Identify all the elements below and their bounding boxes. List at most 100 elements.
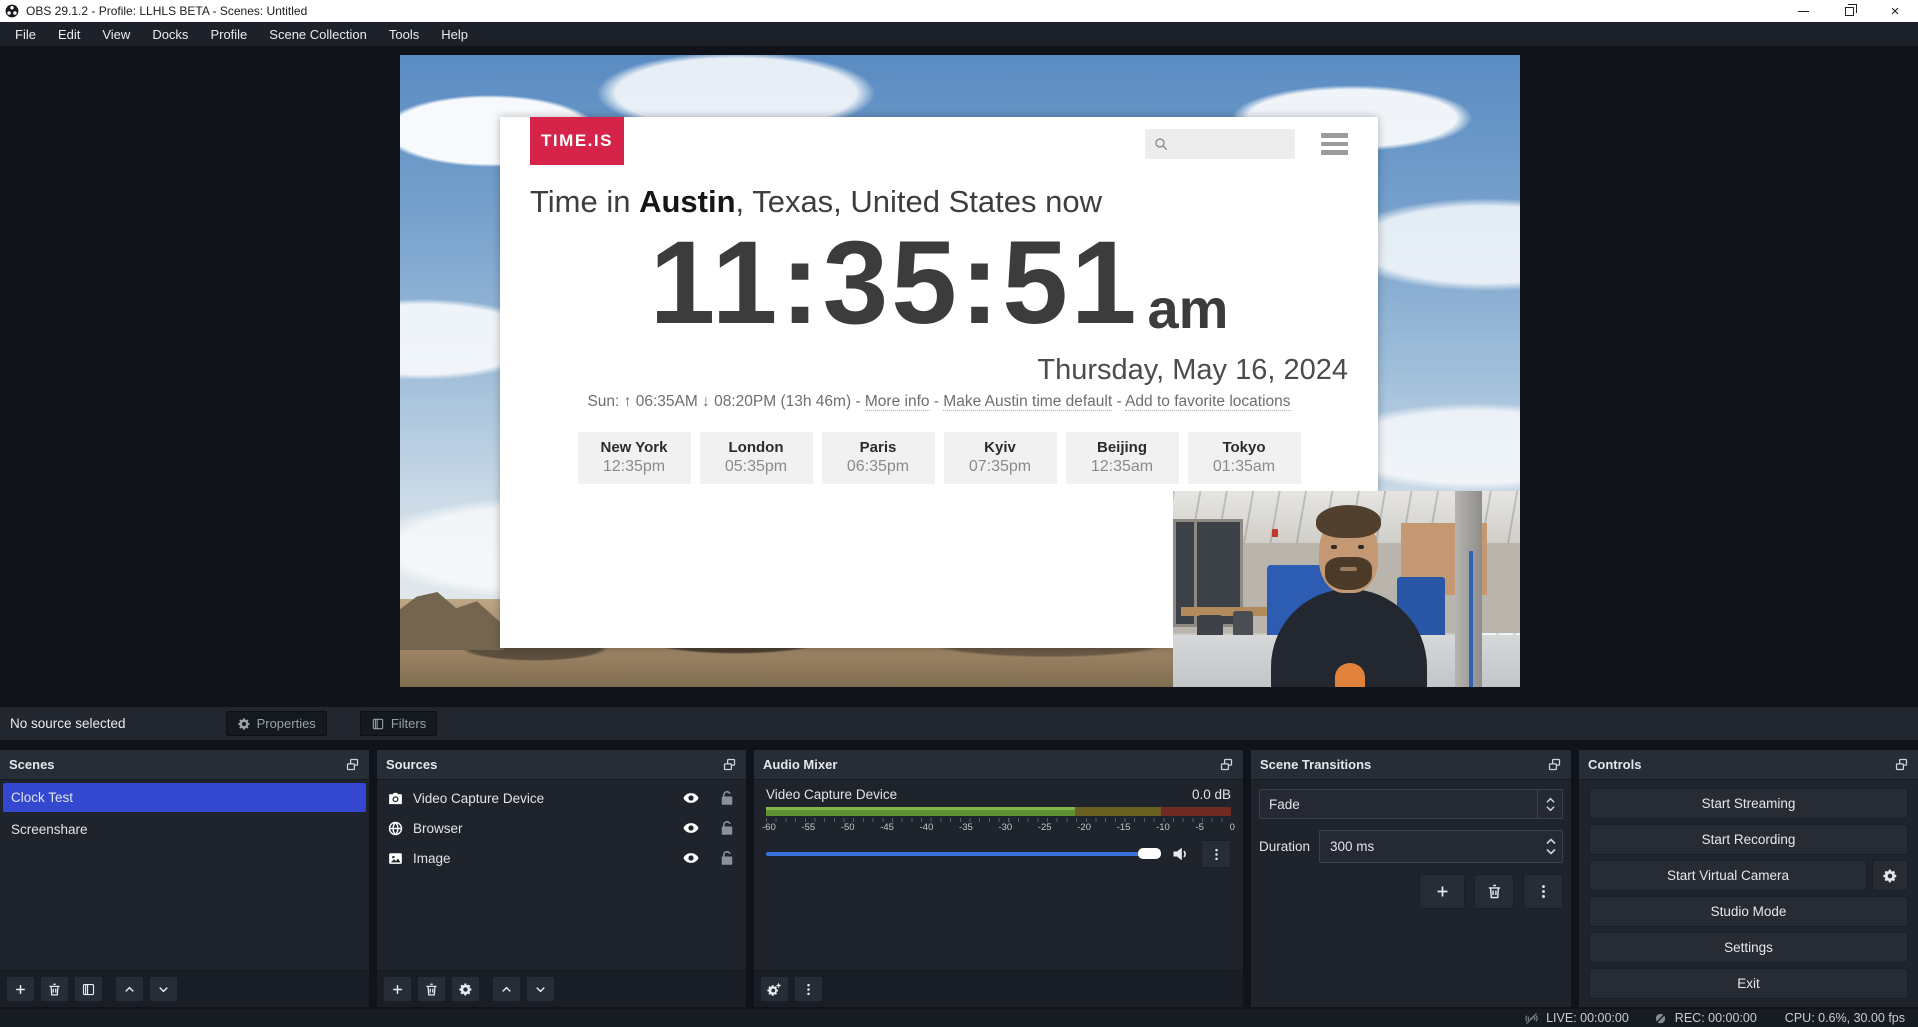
search-box[interactable] <box>1145 129 1295 159</box>
search-input[interactable] <box>1173 137 1283 152</box>
chevron-down-icon <box>533 982 548 997</box>
volume-db-label: 0.0 dB <box>1192 787 1231 802</box>
move-source-up-button[interactable] <box>492 976 521 1002</box>
page-heading: Time in Austin, Texas, United States now <box>530 184 1348 220</box>
eye-icon[interactable] <box>682 789 700 807</box>
volume-slider[interactable] <box>766 852 1161 857</box>
mixer-options-button[interactable] <box>1201 840 1231 868</box>
menu-tools[interactable]: Tools <box>378 22 430 46</box>
start-recording-button[interactable]: Start Recording <box>1589 824 1908 855</box>
add-source-button[interactable] <box>383 976 412 1002</box>
transition-options-button[interactable] <box>1523 874 1563 909</box>
make-default-link[interactable]: Make Austin time default <box>943 393 1112 411</box>
restore-button[interactable] <box>1826 0 1872 22</box>
scene-item-screenshare[interactable]: Screenshare <box>3 815 366 844</box>
record-inactive-icon <box>1653 1011 1668 1026</box>
source-item-browser[interactable]: Browser <box>377 813 746 843</box>
move-scene-down-button[interactable] <box>149 976 178 1002</box>
window-titlebar: OBS 29.1.2 - Profile: LLHLS BETA - Scene… <box>0 0 1918 22</box>
move-source-down-button[interactable] <box>526 976 555 1002</box>
more-info-link[interactable]: More info <box>865 393 930 411</box>
date-display: Thursday, May 16, 2024 <box>530 354 1348 387</box>
unlock-icon[interactable] <box>718 849 736 867</box>
chevron-up-icon <box>122 982 137 997</box>
move-scene-up-button[interactable] <box>115 976 144 1002</box>
speaker-icon[interactable] <box>1171 844 1191 864</box>
volume-slider-handle[interactable] <box>1138 848 1161 859</box>
gear-icon <box>237 717 251 731</box>
popout-icon[interactable] <box>1894 757 1909 772</box>
close-button[interactable]: × <box>1872 0 1918 22</box>
obs-logo-icon <box>5 4 19 18</box>
transition-select[interactable]: Fade <box>1259 789 1563 819</box>
add-favorite-link[interactable]: Add to favorite locations <box>1125 393 1290 411</box>
timeis-logo[interactable]: TIME.IS <box>530 117 624 165</box>
sun-info-row: Sun: ↑ 06:35AM ↓ 08:20PM (13h 46m) - Mor… <box>530 393 1348 411</box>
filters-button[interactable]: Filters <box>360 711 437 736</box>
mixer-source-label: Video Capture Device <box>766 787 897 802</box>
minimize-icon <box>1798 11 1809 12</box>
exit-button[interactable]: Exit <box>1589 968 1908 999</box>
chevron-up-icon <box>499 982 514 997</box>
eye-icon[interactable] <box>682 819 700 837</box>
menu-file[interactable]: File <box>4 22 47 46</box>
menu-profile[interactable]: Profile <box>199 22 258 46</box>
source-properties-button[interactable] <box>451 976 480 1002</box>
popout-icon[interactable] <box>1547 757 1562 772</box>
heading-city: Austin <box>639 184 735 219</box>
menu-docks[interactable]: Docks <box>141 22 199 46</box>
studio-mode-button[interactable]: Studio Mode <box>1589 896 1908 927</box>
filter-icon <box>81 982 96 997</box>
image-icon <box>387 850 404 867</box>
menu-edit[interactable]: Edit <box>47 22 91 46</box>
city-box-london[interactable]: London 05:35pm <box>700 432 813 484</box>
plus-icon <box>1434 883 1451 900</box>
start-streaming-button[interactable]: Start Streaming <box>1589 788 1908 819</box>
city-box-kyiv[interactable]: Kyiv 07:35pm <box>944 432 1057 484</box>
webcam-overlay[interactable] <box>1173 491 1520 687</box>
add-transition-button[interactable] <box>1419 874 1465 909</box>
eye-icon[interactable] <box>682 849 700 867</box>
duration-spinbox[interactable]: 300 ms <box>1319 830 1563 863</box>
scene-item-clock-test[interactable]: Clock Test <box>3 783 366 812</box>
spinner-arrows[interactable] <box>1546 838 1556 855</box>
mixer-menu-button[interactable] <box>794 976 823 1002</box>
add-scene-button[interactable] <box>6 976 35 1002</box>
unlock-icon[interactable] <box>718 819 736 837</box>
remove-source-button[interactable] <box>417 976 446 1002</box>
close-icon: × <box>1891 4 1900 19</box>
city-box-new-york[interactable]: New York 12:35pm <box>578 432 691 484</box>
restore-icon <box>1845 7 1854 16</box>
hamburger-menu-icon[interactable] <box>1321 133 1348 155</box>
sun-info: Sun: ↑ 06:35AM ↓ 08:20PM (13h 46m) <box>587 393 851 410</box>
popout-icon[interactable] <box>345 757 360 772</box>
menu-view[interactable]: View <box>91 22 141 46</box>
settings-button[interactable]: Settings <box>1589 932 1908 963</box>
source-item-image[interactable]: Image <box>377 843 746 873</box>
clock-time: 11:35:51 <box>650 224 1140 342</box>
scene-filters-button[interactable] <box>74 976 103 1002</box>
virtual-camera-settings-button[interactable] <box>1872 860 1908 891</box>
remove-transition-button[interactable] <box>1474 874 1514 909</box>
city-box-beijing[interactable]: Beijing 12:35am <box>1066 432 1179 484</box>
start-virtual-camera-button[interactable]: Start Virtual Camera <box>1589 860 1867 891</box>
menu-scene-collection[interactable]: Scene Collection <box>258 22 378 46</box>
dots-vertical-icon <box>1209 847 1224 862</box>
unlock-icon[interactable] <box>718 789 736 807</box>
minimize-button[interactable] <box>1780 0 1826 22</box>
preview-region: TIME.IS Time in Austin, Texas, United St… <box>0 46 1918 707</box>
plus-icon <box>390 982 405 997</box>
city-box-tokyo[interactable]: Tokyo 01:35am <box>1188 432 1301 484</box>
city-box-paris[interactable]: Paris 06:35pm <box>822 432 935 484</box>
properties-button[interactable]: Properties <box>226 711 327 736</box>
menu-help[interactable]: Help <box>430 22 479 46</box>
program-canvas[interactable]: TIME.IS Time in Austin, Texas, United St… <box>400 55 1520 687</box>
office-chair-2 <box>1233 611 1253 637</box>
exit-sign <box>1272 529 1278 537</box>
popout-icon[interactable] <box>722 757 737 772</box>
popout-icon[interactable] <box>1219 757 1234 772</box>
source-item-video-capture[interactable]: Video Capture Device <box>377 783 746 813</box>
dots-vertical-icon <box>801 982 816 997</box>
remove-scene-button[interactable] <box>40 976 69 1002</box>
advanced-audio-button[interactable] <box>760 976 789 1002</box>
